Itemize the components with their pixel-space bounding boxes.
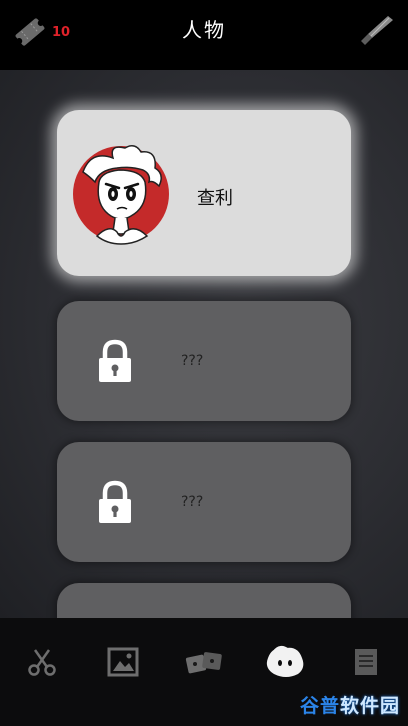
- tab-scissors[interactable]: [20, 642, 64, 682]
- page-title: 人物: [182, 18, 226, 42]
- cards-icon: [184, 648, 224, 676]
- tab-characters[interactable]: [263, 642, 307, 682]
- lock-icon: [97, 339, 133, 383]
- character-list: 查利 ??? ???: [0, 70, 408, 618]
- character-card-charlie[interactable]: 查利: [57, 110, 351, 276]
- watermark-part1: 谷普: [299, 695, 340, 717]
- locked-character-card[interactable]: ???: [57, 442, 351, 562]
- tab-documents[interactable]: [344, 642, 388, 682]
- scissors-icon: [27, 647, 57, 677]
- character-avatar: [69, 136, 179, 246]
- character-name: 查利: [197, 188, 233, 209]
- character-name: ???: [181, 353, 204, 369]
- watermark: 谷普软件园: [300, 691, 400, 718]
- locked-character-card[interactable]: ???: [57, 301, 351, 421]
- knife-icon[interactable]: [358, 12, 396, 50]
- photo-gallery-icon: [107, 647, 139, 677]
- tab-gallery[interactable]: [101, 642, 145, 682]
- lock-icon: [97, 480, 133, 524]
- locked-character-card[interactable]: [57, 583, 351, 618]
- character-icon: [264, 644, 306, 680]
- watermark-part2: 软件园: [339, 695, 400, 717]
- character-name: ???: [181, 494, 204, 510]
- bottom-tab-bar: 谷普软件园: [0, 618, 408, 726]
- tab-cards[interactable]: [182, 642, 226, 682]
- document-icon: [352, 647, 380, 677]
- top-bar: 10 人物: [0, 0, 408, 70]
